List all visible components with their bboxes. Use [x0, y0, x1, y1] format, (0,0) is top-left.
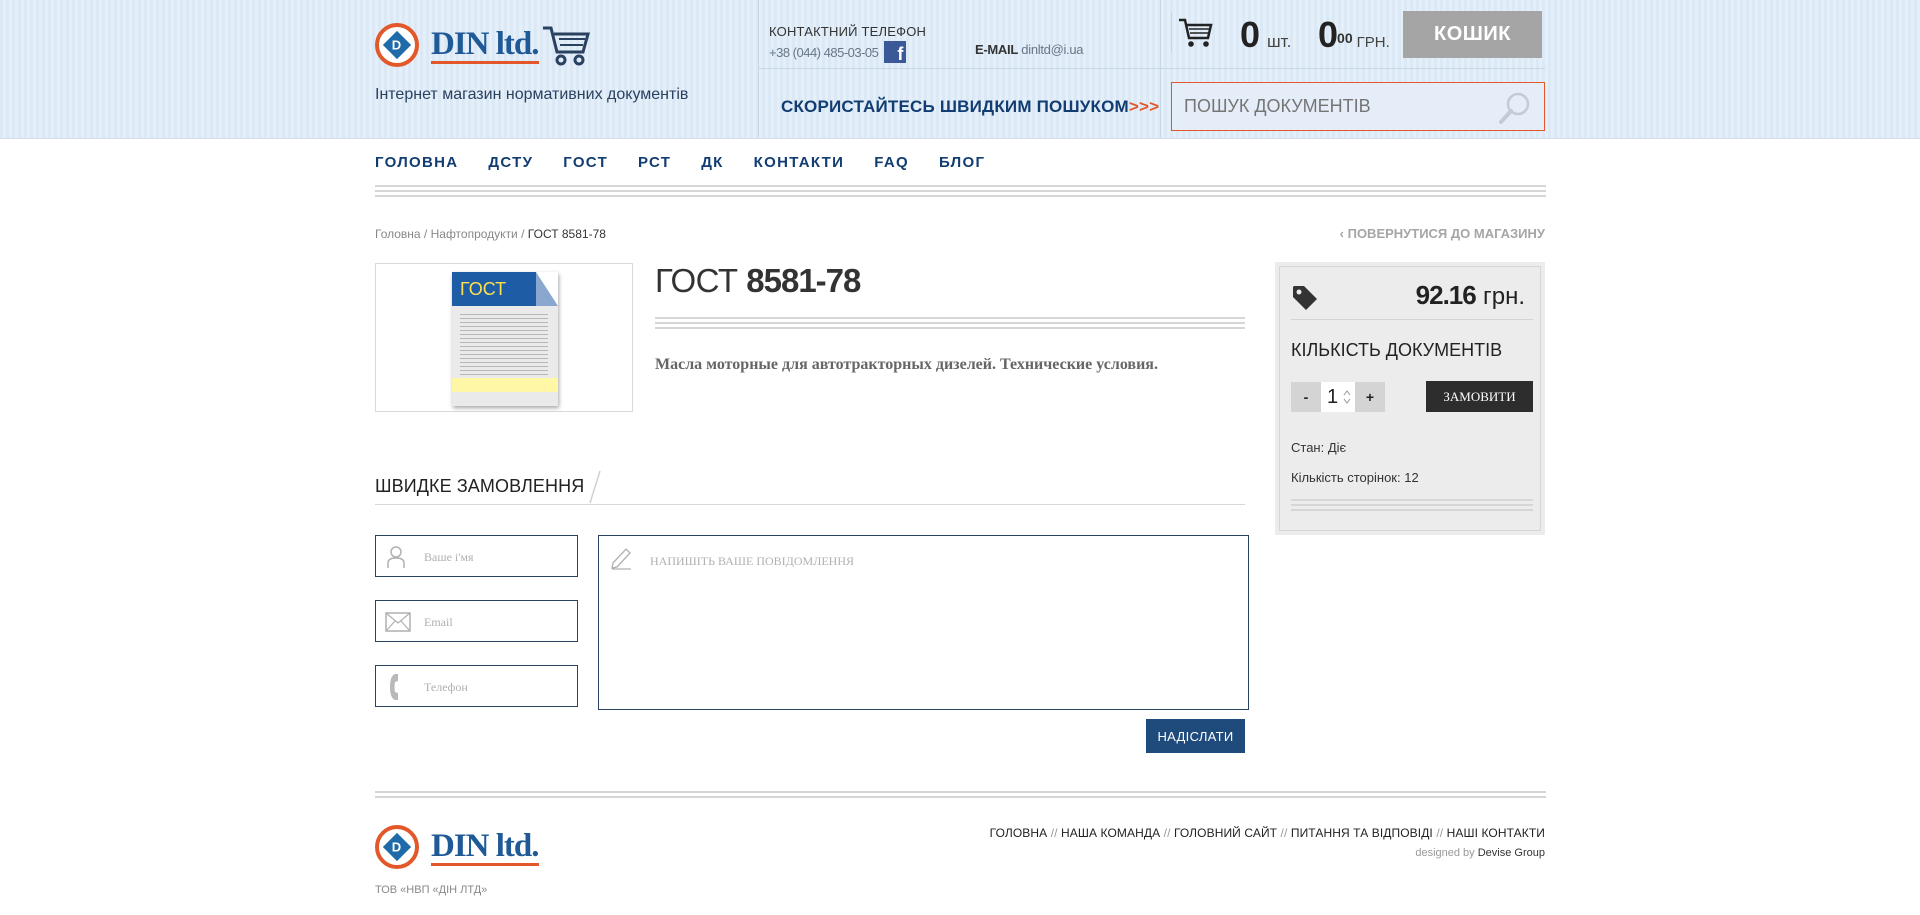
nav-item-faq[interactable]: FAQ: [874, 154, 909, 171]
breadcrumb: Головна / Нафтопродукти / ГОСТ 8581-78: [375, 227, 606, 241]
pages-count: Кількість сторінок: 12: [1291, 470, 1419, 485]
title-divider: [655, 317, 1245, 329]
back-to-shop-link[interactable]: ‹ ПОВЕРНУТИСЯ ДО МАГАЗИНУ: [1340, 226, 1545, 241]
footer-link-home[interactable]: ГОЛОВНА: [990, 826, 1048, 840]
logo-emblem: D: [375, 23, 419, 67]
gost-document-icon: ГОСТ: [452, 272, 558, 406]
site-slogan: Інтернет магазин нормативних документів: [375, 86, 689, 103]
main-nav: ГОЛОВНА ДСТУ ГОСТ РСТ ДК КОНТАКТИ FAQ БЛ…: [375, 154, 985, 171]
designed-by: designed by Devise Group: [1415, 847, 1545, 859]
footer-nav: ГОЛОВНА // НАША КОМАНДА // ГОЛОВНИЙ САЙТ…: [989, 826, 1545, 840]
cart-sum: 0 00 ГРН.: [1318, 14, 1390, 55]
footer-logo[interactable]: D DIN ltd.: [375, 825, 540, 869]
nav-item-blog[interactable]: БЛОГ: [939, 154, 985, 171]
facebook-icon[interactable]: f: [884, 41, 907, 63]
footer-logo-emblem: D: [375, 825, 419, 869]
designer-link[interactable]: Devise Group: [1478, 847, 1545, 859]
quantity-stepper: - 1 +: [1291, 382, 1385, 412]
footer-link-contacts[interactable]: НАШІ КОНТАКТИ: [1447, 826, 1545, 840]
product-description: Масла моторные для автотракторных дизеле…: [655, 356, 1158, 373]
nav-item-dstu[interactable]: ДСТУ: [488, 154, 533, 171]
title-slash-decoration: [589, 470, 601, 504]
nav-divider: [375, 185, 1546, 197]
footer-link-team[interactable]: НАША КОМАНДА: [1061, 826, 1160, 840]
search-input[interactable]: [1184, 96, 1484, 117]
price-tag-icon: [1293, 286, 1317, 310]
product-image: ГОСТ: [375, 263, 633, 412]
name-placeholder: Ваше і'мя: [424, 550, 474, 564]
phone-field[interactable]: Телефон: [375, 665, 578, 707]
price-divider: [1291, 319, 1533, 320]
email-label: E-MAIL: [975, 42, 1018, 57]
price-box: 92.16 грн. КІЛЬКІСТЬ ДОКУМЕНТІВ - 1 + ЗА…: [1275, 262, 1545, 535]
nav-item-dk[interactable]: ДК: [701, 154, 723, 171]
site-logo[interactable]: D DIN ltd.: [375, 22, 591, 68]
envelope-icon: [385, 612, 411, 632]
quantity-minus-button[interactable]: -: [1291, 382, 1321, 412]
order-button[interactable]: ЗАМОВИТИ: [1426, 381, 1533, 412]
email-field[interactable]: Email: [375, 600, 578, 642]
logo-text: DIN ltd.: [431, 25, 540, 64]
cart-button[interactable]: КОШИК: [1403, 11, 1542, 58]
phone-placeholder: Телефон: [424, 680, 468, 694]
message-placeholder: НАПИШІТЬ ВАШЕ ПОВІДОМЛЕННЯ: [650, 554, 854, 568]
footer-logo-text: DIN ltd.: [431, 827, 540, 866]
quick-search-arrows: >>>: [1128, 97, 1160, 116]
quantity-label: КІЛЬКІСТЬ ДОКУМЕНТІВ: [1291, 340, 1503, 360]
breadcrumb-category[interactable]: Нафтопродукти: [431, 227, 518, 241]
logo-letter: D: [392, 37, 402, 53]
quantity-input[interactable]: 1: [1321, 382, 1355, 412]
footer-link-faq[interactable]: ПИТАННЯ ТА ВІДПОВІДІ: [1291, 826, 1433, 840]
email-placeholder: Email: [424, 615, 453, 629]
header-background: [0, 0, 1920, 139]
cart-icon[interactable]: [1177, 16, 1213, 50]
message-field[interactable]: НАПИШІТЬ ВАШЕ ПОВІДОМЛЕННЯ: [598, 535, 1249, 710]
status-text: Стан: Діє: [1291, 440, 1347, 455]
footer-divider: [375, 791, 1546, 801]
product-price: 92.16 грн.: [1415, 280, 1525, 310]
nav-item-gost[interactable]: ГОСТ: [563, 154, 608, 171]
header-divider: [759, 68, 1160, 69]
pencil-icon: [611, 548, 631, 570]
quantity-plus-button[interactable]: +: [1355, 382, 1385, 412]
contact-phone-label: КОНТАКТНИЙ ТЕЛЕФОН: [769, 24, 927, 39]
nav-item-rst[interactable]: РСТ: [638, 154, 671, 171]
header-divider: [758, 0, 759, 138]
phone-icon: [390, 674, 398, 700]
quick-order-title: ШВИДКЕ ЗАМОВЛЕННЯ: [375, 476, 585, 496]
send-button[interactable]: НАДІСЛАТИ: [1146, 719, 1245, 753]
search-icon[interactable]: [1496, 89, 1534, 127]
product-title: ГОСТ 8581-78: [655, 262, 861, 299]
breadcrumb-home[interactable]: Головна: [375, 227, 421, 241]
email-value[interactable]: dinltd@i.ua: [1021, 42, 1083, 57]
quick-order-divider: [375, 504, 1245, 505]
company-name: ТОВ «НВП «ДІН ЛТД»: [375, 884, 488, 896]
nav-item-contacts[interactable]: КОНТАКТИ: [754, 154, 845, 171]
footer-link-main-site[interactable]: ГОЛОВНИЙ САЙТ: [1174, 826, 1277, 840]
search-box[interactable]: [1171, 82, 1545, 131]
quick-search-promo: СКОРИСТАЙТЕСЬ ШВИДКИМ ПОШУКОМ>>>: [781, 97, 1160, 116]
contact-phone[interactable]: +38 (044) 485-03-05: [769, 45, 879, 60]
price-box-divider: [1291, 499, 1533, 511]
user-icon: [387, 546, 405, 568]
document-icon-label: ГОСТ: [460, 279, 507, 299]
nav-item-home[interactable]: ГОЛОВНА: [375, 154, 458, 171]
name-field[interactable]: Ваше і'мя: [375, 535, 578, 577]
header-divider: [1160, 0, 1161, 138]
contact-email[interactable]: E-MAIL dinltd@i.ua: [975, 42, 1084, 57]
footer-logo-letter: D: [392, 839, 402, 855]
breadcrumb-current: ГОСТ 8581-78: [527, 227, 606, 241]
spinner-icon[interactable]: [1342, 389, 1352, 405]
header-divider: [1161, 68, 1545, 69]
cart-logo-icon: [542, 26, 590, 66]
cart-count: 0 шт.: [1240, 14, 1292, 55]
